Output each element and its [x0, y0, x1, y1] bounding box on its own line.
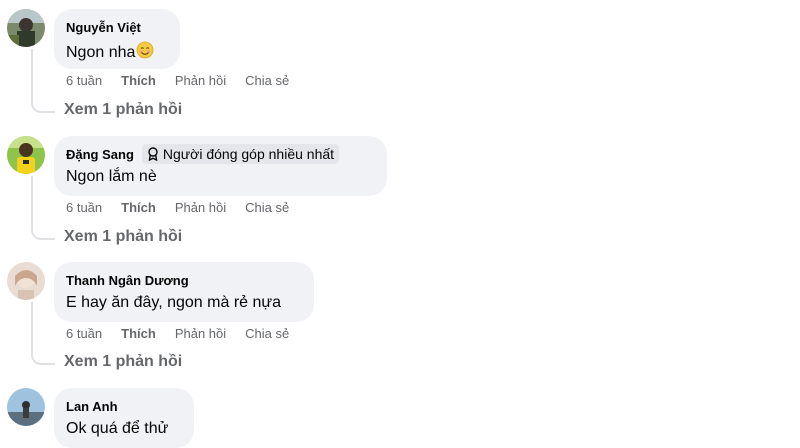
- badge-label: Người đóng góp nhiều nhất: [162, 146, 335, 162]
- comment-text: Ngon lắm nè: [66, 168, 157, 185]
- comment-author[interactable]: Thanh Ngân Dương: [66, 273, 189, 288]
- reply-button[interactable]: Phản hồi: [175, 73, 226, 88]
- comment-text: E hay ăn đây, ngon mà rẻ nựa: [66, 294, 281, 311]
- view-replies-link[interactable]: Xem 1 phản hồi: [64, 101, 182, 119]
- comment-author[interactable]: Nguyễn Việt: [66, 20, 141, 35]
- view-replies-link[interactable]: Xem 1 phản hồi: [64, 353, 182, 371]
- comment-author[interactable]: Đặng Sang: [66, 147, 134, 162]
- comment-time[interactable]: 6 tuần: [66, 200, 102, 215]
- like-button[interactable]: Thích: [121, 200, 156, 215]
- comment-bubble: Lan Anh Ok quá để thử: [54, 388, 194, 448]
- comment-bubble: Thanh Ngân Dương E hay ăn đây, ngon mà r…: [54, 262, 314, 322]
- reply-button[interactable]: Phản hồi: [175, 200, 226, 215]
- like-button[interactable]: Thích: [121, 326, 156, 341]
- award-icon: [148, 147, 158, 161]
- comment-actions: 6 tuần Thích Phản hồi Chia sẻ: [66, 326, 308, 341]
- comment-text: Ngon nha: [66, 43, 136, 61]
- avatar[interactable]: [7, 9, 45, 47]
- comment-time[interactable]: 6 tuần: [66, 73, 102, 88]
- thread-connector: [31, 302, 55, 365]
- comment-bubble: Nguyễn Việt Ngon nha: [54, 9, 180, 69]
- share-button[interactable]: Chia sẻ: [245, 73, 289, 88]
- avatar[interactable]: [7, 136, 45, 174]
- reply-button[interactable]: Phản hồi: [175, 326, 226, 341]
- view-replies-link[interactable]: Xem 1 phản hồi: [64, 228, 182, 246]
- comment-author[interactable]: Lan Anh: [66, 399, 118, 414]
- comment-text: Ok quá để thử: [66, 420, 169, 437]
- avatar[interactable]: [7, 388, 45, 426]
- like-button[interactable]: Thích: [121, 73, 156, 88]
- smiling-face-emoji-icon: [136, 41, 154, 64]
- thread-connector: [31, 49, 55, 113]
- comment-actions: 6 tuần Thích Phản hồi Chia sẻ: [66, 200, 308, 215]
- comment-bubble: Đặng Sang Người đóng góp nhiều nhất Ngon…: [54, 136, 387, 196]
- thread-connector: [31, 176, 55, 240]
- top-contributor-badge[interactable]: Người đóng góp nhiều nhất: [141, 144, 340, 164]
- comment-time[interactable]: 6 tuần: [66, 326, 102, 341]
- avatar[interactable]: [7, 262, 45, 300]
- share-button[interactable]: Chia sẻ: [245, 200, 289, 215]
- share-button[interactable]: Chia sẻ: [245, 326, 289, 341]
- comment-actions: 6 tuần Thích Phản hồi Chia sẻ: [66, 73, 308, 88]
